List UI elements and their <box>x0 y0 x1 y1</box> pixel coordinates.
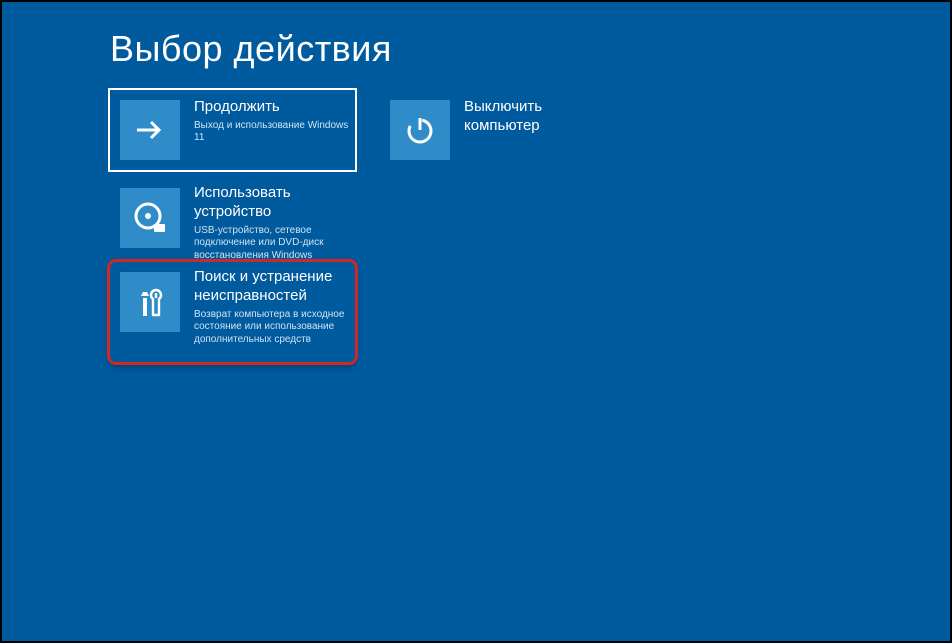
page-title: Выбор действия <box>110 28 392 70</box>
power-icon <box>390 100 450 160</box>
arrow-right-icon <box>120 100 180 160</box>
power-off-tile[interactable]: Выключить компьютер <box>380 90 600 170</box>
trouble-title: Поиск и устранение неисправностей <box>194 268 349 306</box>
device-disc-icon <box>120 188 180 248</box>
winre-screen: Выбор действия Продолжить Выход и исполь… <box>2 2 950 641</box>
continue-tile[interactable]: Продолжить Выход и использование Windows… <box>110 90 355 170</box>
continue-title: Продолжить <box>194 98 349 117</box>
troubleshoot-tile[interactable]: Поиск и устранение неисправностей Возвра… <box>110 262 355 362</box>
continue-desc: Выход и использование Windows 11 <box>194 120 349 145</box>
device-title: Использовать устройство <box>194 184 349 222</box>
power-title: Выключить компьютер <box>464 98 584 136</box>
tools-icon <box>120 272 180 332</box>
trouble-desc: Возврат компьютера в исходное состояние … <box>194 309 349 347</box>
device-desc: USB-устройство, сетевое подключение или … <box>194 225 349 263</box>
